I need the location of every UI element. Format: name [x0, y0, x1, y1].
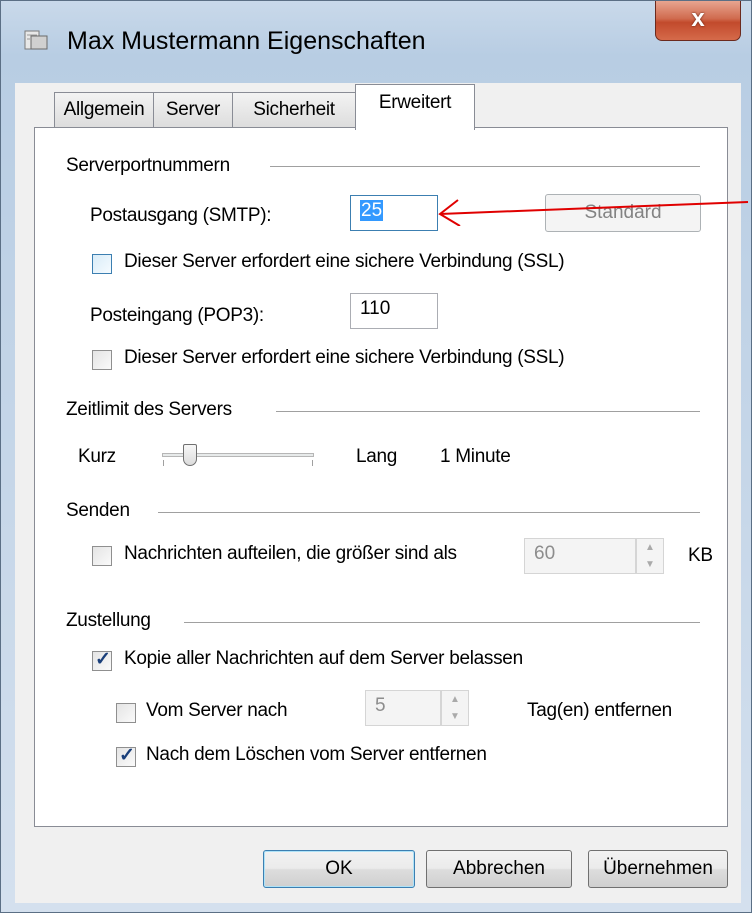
pop3-ssl-checkbox[interactable]: [92, 350, 112, 370]
spin-up-icon[interactable]: ▲: [637, 539, 663, 556]
remove-on-delete-checkbox[interactable]: ✓: [116, 745, 136, 767]
spin-up-icon[interactable]: ▲: [442, 691, 468, 708]
slider-tick: [312, 460, 313, 466]
tab-erweitert[interactable]: Erweitert: [355, 84, 475, 130]
timeout-slider-thumb[interactable]: [182, 444, 197, 466]
split-size-unit: KB: [688, 545, 713, 566]
cancel-button[interactable]: Abbrechen: [426, 850, 572, 888]
ok-button[interactable]: OK: [263, 850, 415, 888]
group-divider: [158, 512, 700, 513]
group-label-timeout: Zeitlimit des Servers: [66, 399, 232, 420]
group-label-serverports: Serverportnummern: [66, 155, 230, 176]
remove-on-delete-label: Nach dem Löschen vom Server entfernen: [146, 744, 487, 765]
group-divider: [184, 622, 700, 623]
remove-after-checkbox[interactable]: [116, 703, 136, 723]
remove-after-days-input[interactable]: 5: [365, 690, 441, 726]
split-size-spinner[interactable]: ▲ ▼: [636, 538, 664, 574]
group-divider: [270, 166, 700, 167]
title-bar[interactable]: Max Mustermann Eigenschaften x: [1, 1, 751, 83]
group-divider: [276, 411, 700, 412]
window-title: Max Mustermann Eigenschaften: [67, 27, 426, 55]
apply-button[interactable]: Übernehmen: [588, 850, 728, 888]
keep-copy-label: Kopie aller Nachrichten auf dem Server b…: [124, 648, 523, 669]
tab-server[interactable]: Server: [153, 92, 233, 128]
remove-after-label: Vom Server nach: [146, 700, 288, 721]
slider-tick: [163, 460, 164, 466]
pop3-ssl-label: Dieser Server erfordert eine sichere Ver…: [124, 347, 565, 368]
group-label-send: Senden: [66, 500, 130, 521]
mail-account-icon: [24, 30, 48, 50]
close-icon: x: [691, 5, 705, 32]
remove-after-spinner[interactable]: ▲ ▼: [441, 690, 469, 726]
remove-after-suffix: Tag(en) entfernen: [527, 700, 672, 721]
spin-down-icon[interactable]: ▼: [442, 708, 468, 725]
timeout-long-label: Lang: [356, 446, 398, 467]
pop3-port-input[interactable]: 110: [350, 293, 438, 329]
checkmark-icon: ✓: [95, 649, 111, 670]
timeout-short-label: Kurz: [78, 446, 116, 467]
smtp-port-input[interactable]: 25: [350, 195, 438, 231]
tab-allgemein[interactable]: Allgemein: [54, 92, 154, 128]
close-button[interactable]: x: [655, 1, 741, 41]
tab-sicherheit[interactable]: Sicherheit: [232, 92, 356, 128]
split-messages-label: Nachrichten aufteilen, die größer sind a…: [124, 543, 457, 564]
group-label-delivery: Zustellung: [66, 610, 151, 631]
timeout-value: 1 Minute: [440, 446, 511, 467]
split-messages-checkbox[interactable]: [92, 546, 112, 566]
smtp-ssl-checkbox[interactable]: [92, 254, 112, 274]
split-size-input[interactable]: 60: [524, 538, 636, 574]
smtp-ssl-label: Dieser Server erfordert eine sichere Ver…: [124, 251, 565, 272]
checkmark-icon: ✓: [119, 745, 135, 766]
smtp-label: Postausgang (SMTP):: [90, 205, 272, 226]
annotation-arrow-icon: [438, 199, 749, 226]
pop3-label: Posteingang (POP3):: [90, 305, 264, 326]
spin-down-icon[interactable]: ▼: [637, 556, 663, 573]
keep-copy-checkbox[interactable]: ✓: [92, 649, 112, 671]
